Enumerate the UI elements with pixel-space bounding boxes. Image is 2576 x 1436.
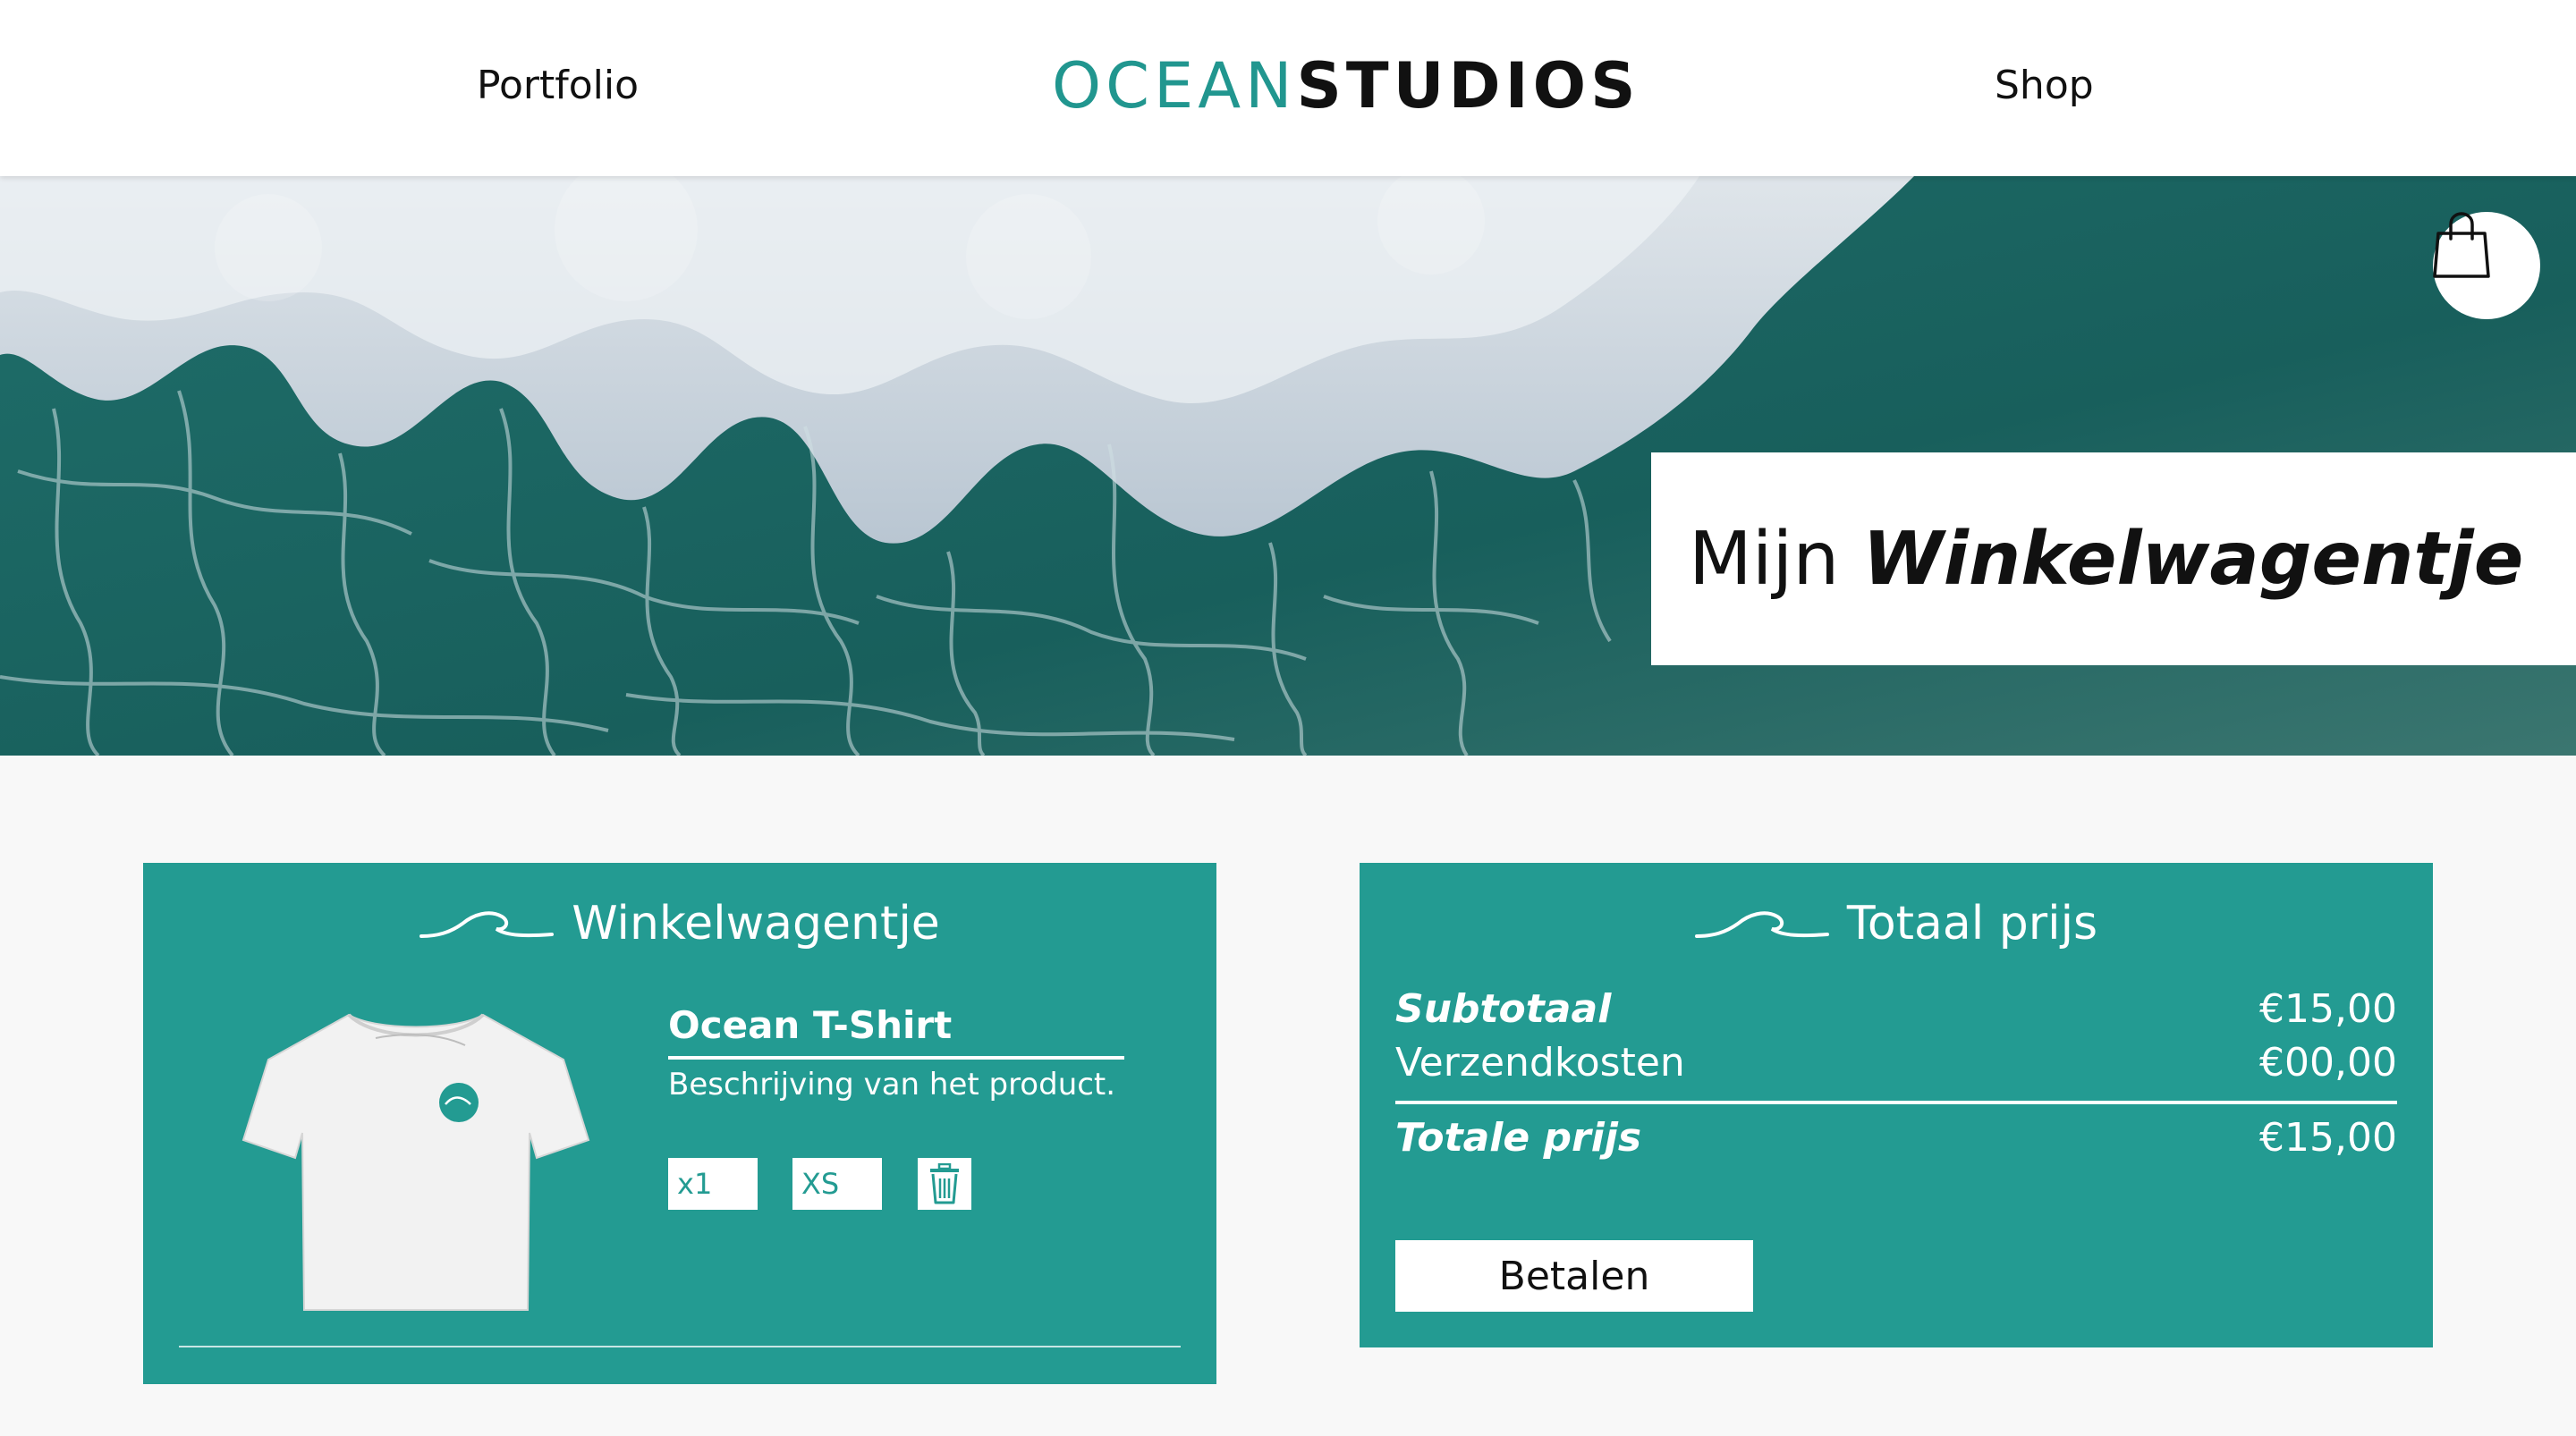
- logo-studios-text: STUDIOS: [1296, 49, 1640, 122]
- shipping-label: Verzendkosten: [1395, 1040, 1685, 1085]
- cart-heading-text: Winkelwagentje: [572, 897, 940, 950]
- product-description: Beschrijving van het product.: [668, 1067, 1116, 1102]
- nav-shop-link[interactable]: Shop: [1995, 63, 2094, 108]
- total-heading: Totaal prijs: [1360, 897, 2433, 950]
- cart-button[interactable]: [2433, 212, 2540, 319]
- cart-panel: Winkelwagentje Ocean T-Shirt Beschrijvin…: [143, 863, 1216, 1384]
- wave-icon: [419, 911, 555, 938]
- shopping-bag-icon: [2433, 212, 2490, 278]
- site-header: Portfolio OCEANSTUDIOS Shop: [0, 0, 2576, 176]
- page-title: Mijn Winkelwagentje: [1689, 517, 2523, 602]
- shipping-value: €00,00: [2259, 1040, 2397, 1085]
- total-value: €15,00: [2259, 1115, 2397, 1161]
- subtotal-value: €15,00: [2259, 986, 2397, 1032]
- total-heading-text: Totaal prijs: [1846, 897, 2098, 950]
- total-divider: [1395, 1101, 2397, 1104]
- delete-item-button[interactable]: [918, 1158, 971, 1210]
- subtotal-row: Subtotaal €15,00: [1395, 986, 2397, 1032]
- pay-button[interactable]: Betalen: [1395, 1240, 1753, 1312]
- product-name[interactable]: Ocean T-Shirt: [668, 1003, 1124, 1060]
- cart-heading: Winkelwagentje: [143, 897, 1216, 950]
- wave-icon: [1694, 911, 1829, 938]
- subtotal-label: Subtotaal: [1395, 986, 1612, 1032]
- page-title-regular: Mijn: [1689, 516, 1863, 602]
- page-title-box: Mijn Winkelwagentje: [1651, 452, 2576, 665]
- logo-ocean-text: OCEAN: [1052, 49, 1297, 122]
- total-panel: Totaal prijs Subtotaal €15,00 Verzendkos…: [1360, 863, 2433, 1347]
- tshirt-image: [242, 1006, 590, 1322]
- nav-portfolio-link[interactable]: Portfolio: [477, 63, 639, 108]
- site-logo[interactable]: OCEANSTUDIOS: [1052, 52, 1640, 120]
- shipping-row: Verzendkosten €00,00: [1395, 1040, 2397, 1085]
- quantity-field[interactable]: x1: [668, 1158, 758, 1210]
- total-row: Totale prijs €15,00: [1395, 1115, 2397, 1161]
- page-title-bold: Winkelwagentje: [1862, 516, 2524, 602]
- cart-divider: [179, 1346, 1181, 1347]
- trash-icon: [930, 1163, 959, 1204]
- total-label: Totale prijs: [1395, 1115, 1642, 1161]
- size-field[interactable]: XS: [792, 1158, 882, 1210]
- hero-banner: Mijn Winkelwagentje: [0, 176, 2576, 756]
